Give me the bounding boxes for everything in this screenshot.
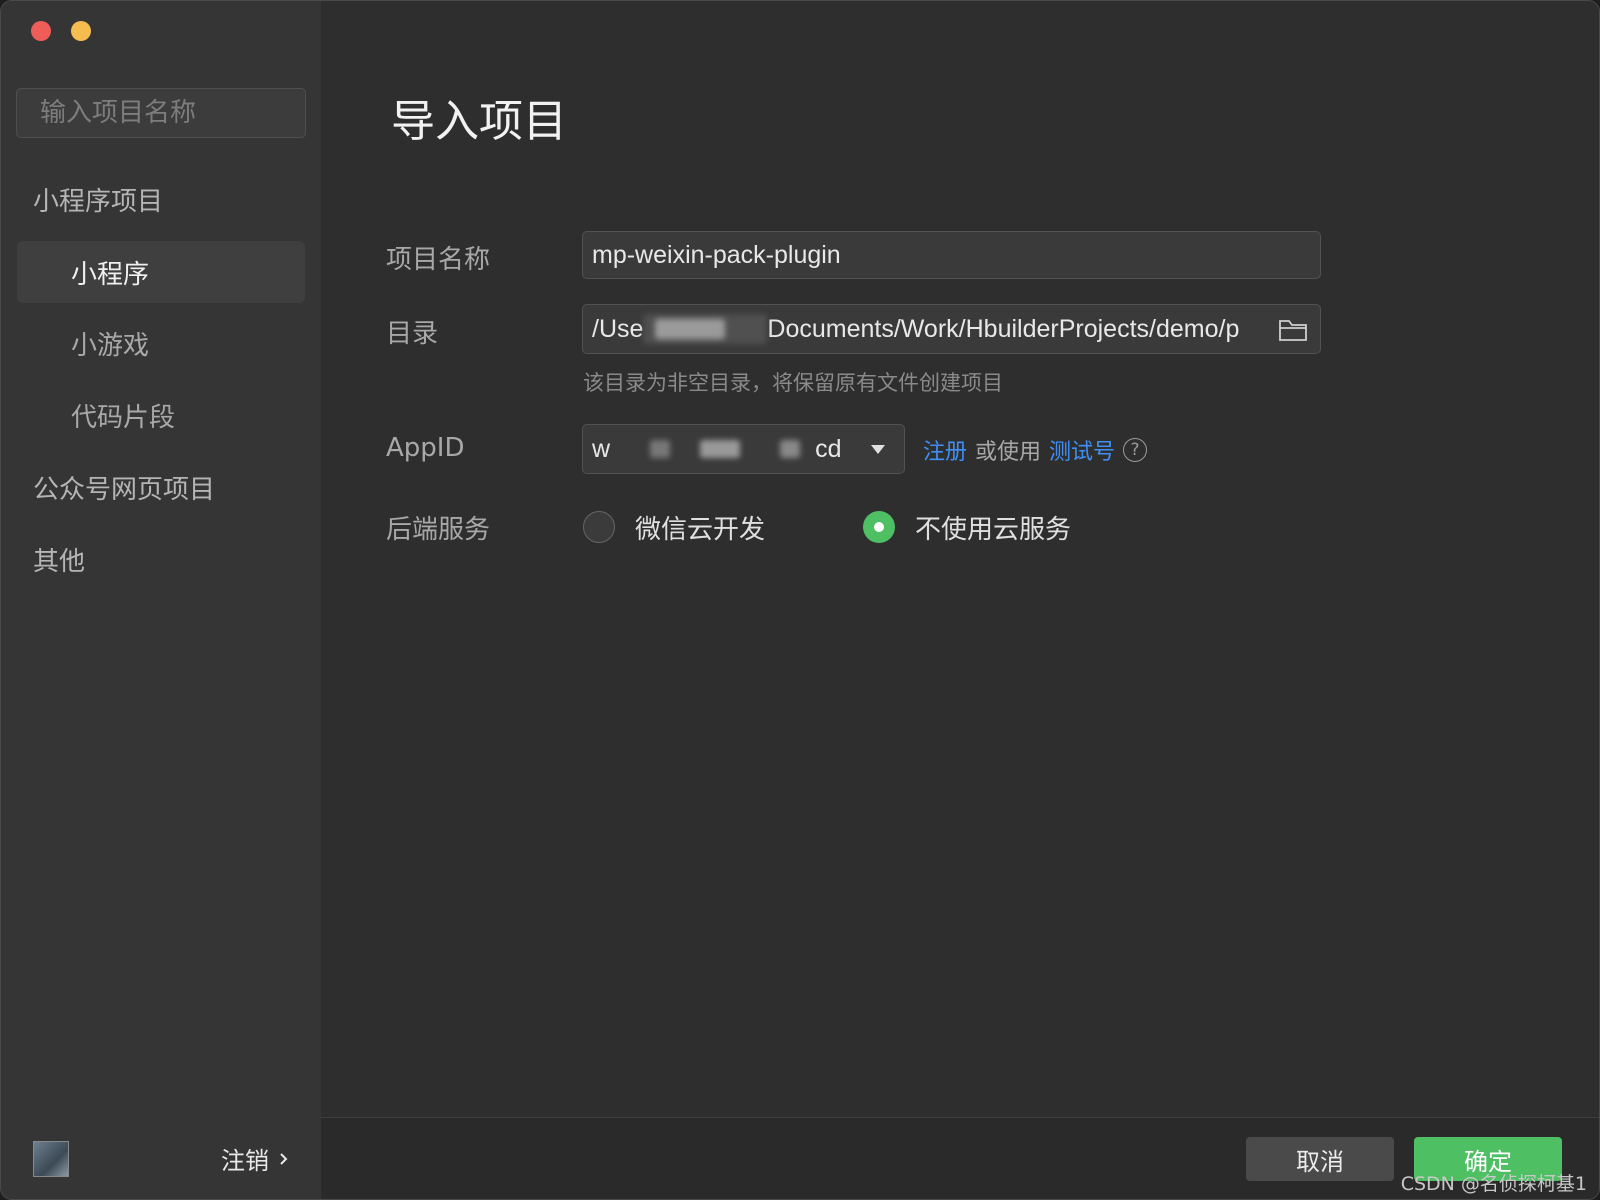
directory-value-start: /Use [592, 314, 644, 343]
backend-service-label: 后端服务 [386, 515, 491, 545]
redacted-username [643, 314, 768, 344]
logout-label: 注销 [221, 1147, 269, 1175]
appid-label: AppID [386, 433, 465, 463]
close-window-button[interactable] [31, 21, 51, 41]
redacted-appid [610, 434, 815, 464]
radio-wechat-cloud[interactable] [583, 511, 615, 543]
search-input[interactable] [38, 97, 366, 129]
chevron-down-icon[interactable] [870, 444, 886, 456]
logout-button[interactable]: 注销 [221, 1141, 289, 1176]
project-name-value: mp-weixin-pack-plugin [592, 240, 841, 269]
test-account-link[interactable]: 测试号 [1049, 434, 1115, 466]
directory-hint: 该目录为非空目录，将保留原有文件创建项目 [583, 371, 1003, 395]
register-link[interactable]: 注册 [923, 434, 967, 466]
or-use-text: 或使用 [975, 440, 1042, 465]
main-panel: 导入项目 项目名称 mp-weixin-pack-plugin 目录 /Use … [321, 1, 1599, 1199]
radio-no-cloud-label[interactable]: 不使用云服务 [915, 509, 1071, 546]
project-name-label: 项目名称 [386, 245, 491, 275]
user-avatar[interactable] [33, 1141, 69, 1177]
window-controls [31, 21, 91, 41]
watermark: CSDN @名侦探柯基1 [1400, 1173, 1587, 1195]
help-icon[interactable]: ? [1123, 438, 1148, 462]
sidebar-item-mini-program[interactable]: 小程序 [17, 241, 305, 303]
chevron-right-icon [280, 1152, 288, 1165]
radio-wechat-cloud-label[interactable]: 微信云开发 [635, 509, 765, 546]
cancel-button[interactable]: 取消 [1246, 1137, 1394, 1181]
appid-links: 注册 或使用 测试号 ? [923, 434, 1148, 466]
appid-select[interactable]: w cd [582, 424, 905, 474]
page-title: 导入项目 [391, 96, 567, 147]
nav-group-official-account-web[interactable]: 公众号网页项目 [33, 469, 215, 506]
directory-label: 目录 [386, 319, 439, 349]
search-box [16, 88, 366, 138]
sidebar: 小程序项目 小程序 小游戏 代码片段 公众号网页项目 其他 注销 [1, 1, 366, 1199]
project-name-field[interactable]: mp-weixin-pack-plugin [582, 231, 1321, 279]
directory-value-end: Documents/Work/HbuilderProjects/demo/p [767, 314, 1240, 343]
minimize-window-button[interactable] [71, 21, 91, 41]
folder-icon[interactable] [1278, 317, 1308, 343]
nav-group-mini-program[interactable]: 小程序项目 [33, 181, 163, 218]
appid-value-start: w [592, 434, 611, 463]
radio-no-cloud[interactable] [863, 511, 895, 543]
directory-field[interactable]: /Use Documents/Work/HbuilderProjects/dem… [582, 304, 1321, 354]
import-project-window: 小程序项目 小程序 小游戏 代码片段 公众号网页项目 其他 注销 导入项目 项目… [0, 0, 1600, 1200]
appid-value-end: cd [815, 434, 842, 463]
sidebar-item-mini-game[interactable]: 小游戏 [17, 312, 305, 374]
nav-group-other[interactable]: 其他 [33, 541, 85, 578]
sidebar-item-code-snippet[interactable]: 代码片段 [17, 384, 305, 446]
